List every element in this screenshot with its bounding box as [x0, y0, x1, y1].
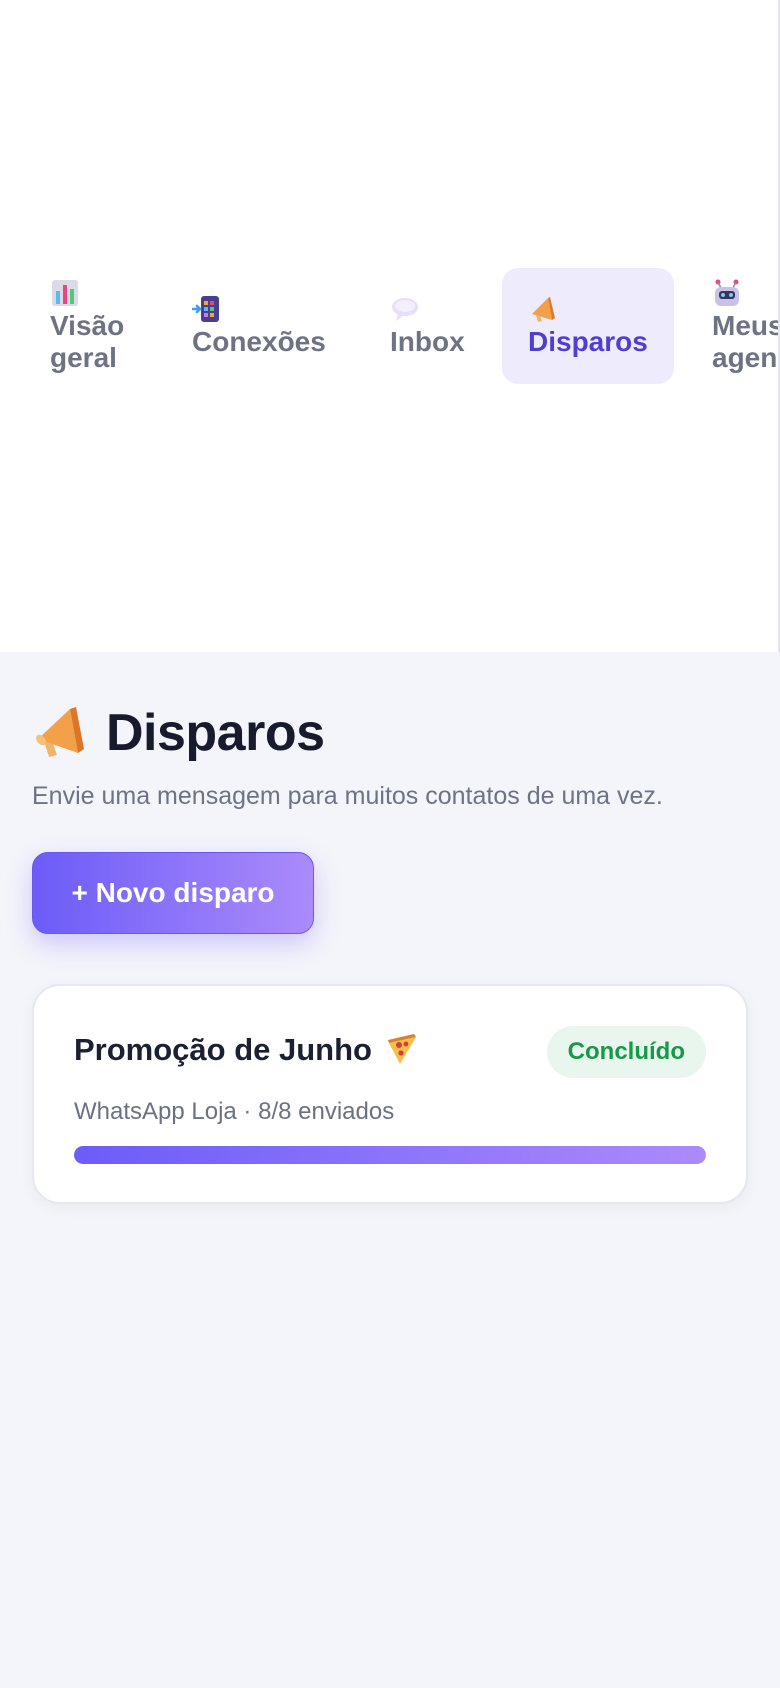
robot-icon [715, 279, 739, 306]
progress-bar [74, 1146, 706, 1164]
tab-label-line-2: geral [50, 342, 117, 373]
nav-tabs: Visão geral Conexões Inbox Disparos Meus… [0, 268, 780, 384]
progress-fill [74, 1146, 706, 1164]
top-navigation: Visão geral Conexões Inbox Disparos Meus… [0, 0, 780, 652]
tab-disparos[interactable]: Disparos [502, 268, 674, 384]
tab-label: Inbox [390, 326, 465, 357]
main-content: Disparos Envie uma mensagem para muitos … [32, 700, 748, 1204]
phone-link-icon [192, 296, 219, 322]
tab-label-line-2: agen [712, 342, 778, 373]
campaign-card[interactable]: Promoção de Junho Concluído WhatsApp Loj… [32, 984, 748, 1204]
new-campaign-button[interactable]: + Novo disparo [32, 852, 314, 934]
status-badge: Concluído [546, 1026, 706, 1078]
campaign-title-row: Promoção de Junho [74, 1032, 420, 1068]
tab-inbox[interactable]: Inbox [364, 268, 491, 384]
tab-label: Conexões [192, 326, 326, 357]
tab-label-line-1: Meus [712, 310, 780, 341]
megaphone-icon [532, 297, 555, 322]
campaign-title: Promoção de Junho [74, 1032, 372, 1067]
tab-conexoes[interactable]: Conexões [166, 268, 352, 384]
tab-label: Disparos [528, 326, 648, 357]
tab-label-line-1: Visão [50, 310, 125, 341]
page-title: Disparos [106, 704, 325, 762]
tab-meus-agentes[interactable]: Meus agen [686, 268, 780, 384]
megaphone-icon [36, 707, 84, 757]
campaign-meta: WhatsApp Loja · 8/8 enviados [74, 1098, 395, 1125]
pizza-icon [387, 1034, 416, 1064]
page: Visão geral Conexões Inbox Disparos Meus… [0, 0, 780, 1688]
page-subtitle: Envie uma mensagem para muitos contatos … [32, 782, 663, 810]
page-header: Disparos [32, 700, 748, 766]
speech-bubble-icon [392, 298, 418, 321]
bar-chart-icon [52, 280, 78, 306]
tab-visao-geral[interactable]: Visão geral [24, 268, 150, 384]
